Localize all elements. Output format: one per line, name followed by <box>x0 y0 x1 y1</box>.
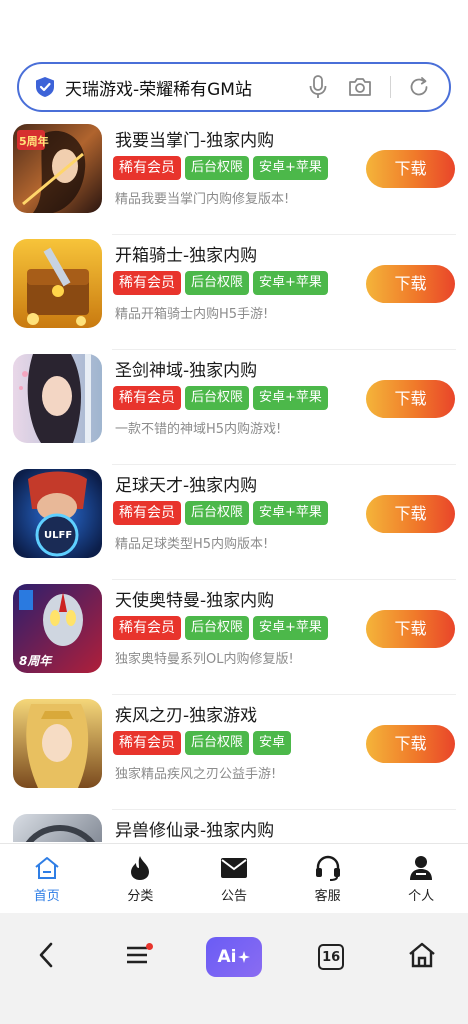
tabs-count: 16 <box>322 949 341 965</box>
tab-profile[interactable]: 个人 <box>374 844 468 913</box>
tag-vip: 稀有会员 <box>113 271 181 295</box>
app-description: 精品我要当掌门内购修复版本! <box>115 192 290 207</box>
download-button[interactable]: 下载 <box>366 495 455 533</box>
app-description: 独家精品疾风之刃公益手游! <box>115 767 277 782</box>
tab-label: 分类 <box>127 889 154 904</box>
tab-label: 个人 <box>408 889 435 904</box>
tag-vip: 稀有会员 <box>113 731 181 755</box>
download-button[interactable]: 下载 <box>366 150 455 188</box>
app-description: 精品开箱骑士内购H5手游! <box>115 307 269 322</box>
mail-icon <box>219 854 249 882</box>
app-list[interactable]: 5周年 我要当掌门-独家内购 稀有会员 后台权限 安卓+苹果 精品我要当掌门内购… <box>0 120 468 842</box>
app-icon-ultraman[interactable]: 8周年 <box>13 584 102 673</box>
tag-row: 稀有会员 后台权限 安卓+苹果 <box>113 271 328 295</box>
shield-icon <box>35 76 55 98</box>
tab-label: 首页 <box>33 889 60 904</box>
system-nav-bar: Ai 16 <box>0 913 468 1024</box>
app-icon-swordgirl[interactable] <box>13 354 102 443</box>
search-divider <box>390 76 391 98</box>
ai-label: Ai <box>217 947 237 967</box>
back-button[interactable] <box>24 935 68 979</box>
fire-icon <box>125 854 155 882</box>
app-title[interactable]: 我要当掌门-独家内购 <box>115 126 274 151</box>
download-button[interactable]: 下载 <box>366 610 455 648</box>
tab-notice[interactable]: 公告 <box>187 844 281 913</box>
tab-label: 公告 <box>220 889 247 904</box>
app-icon-treasure[interactable] <box>13 239 102 328</box>
app-title[interactable]: 异兽修仙录-独家内购 <box>115 816 274 841</box>
app-description: 精品足球类型H5内购版本! <box>115 537 269 552</box>
tag-row: 稀有会员 后台权限 安卓+苹果 <box>113 501 328 525</box>
tag-admin: 后台权限 <box>185 271 250 295</box>
tab-category[interactable]: 分类 <box>94 844 188 913</box>
download-button[interactable]: 下载 <box>366 265 455 303</box>
tag-vip: 稀有会员 <box>113 501 181 525</box>
app-icon-blade[interactable] <box>13 699 102 788</box>
home-icon <box>32 854 62 882</box>
app-title[interactable]: 疾风之刃-独家游戏 <box>115 701 257 726</box>
house-icon <box>408 942 436 972</box>
tabs-icon: 16 <box>318 944 345 970</box>
icon-badge-text: ULFF <box>44 530 73 541</box>
list-item[interactable]: 5周年 我要当掌门-独家内购 稀有会员 后台权限 安卓+苹果 精品我要当掌门内购… <box>0 120 468 235</box>
person-icon <box>406 854 436 882</box>
app-title[interactable]: 圣剑神域-独家内购 <box>115 356 257 381</box>
tag-admin: 后台权限 <box>185 386 250 410</box>
camera-icon[interactable] <box>348 75 372 99</box>
microphone-icon[interactable] <box>306 75 330 99</box>
tag-platform: 安卓+苹果 <box>253 271 328 295</box>
refresh-icon[interactable] <box>407 75 431 99</box>
list-item[interactable]: 疾风之刃-独家游戏 稀有会员 后台权限 安卓 独家精品疾风之刃公益手游! 下载 <box>0 695 468 810</box>
tab-service[interactable]: 客服 <box>281 844 375 913</box>
tag-platform: 安卓 <box>253 731 292 755</box>
list-item[interactable]: 8周年 天使奥特曼-独家内购 稀有会员 后台权限 安卓+苹果 独家奥特曼系列OL… <box>0 580 468 695</box>
notification-dot <box>145 943 153 950</box>
tabs-button[interactable]: 16 <box>309 935 353 979</box>
tag-platform: 安卓+苹果 <box>253 501 328 525</box>
tag-admin: 后台权限 <box>185 156 250 180</box>
app-title[interactable]: 足球天才-独家内购 <box>115 471 257 496</box>
search-bar[interactable]: 天瑞游戏-荣耀稀有GM站 <box>17 62 451 112</box>
tag-platform: 安卓+苹果 <box>253 156 328 180</box>
list-item[interactable]: ULFF 足球天才-独家内购 稀有会员 后台权限 安卓+苹果 精品足球类型H5内… <box>0 465 468 580</box>
tag-row: 稀有会员 后台权限 安卓+苹果 <box>113 616 328 640</box>
download-button[interactable]: 下载 <box>366 380 455 418</box>
icon-badge-text: 5周年 <box>19 135 49 148</box>
ai-assistant-button[interactable]: Ai <box>205 935 262 979</box>
tag-platform: 安卓+苹果 <box>253 386 328 410</box>
list-item[interactable]: 异兽修仙录-独家内购 <box>0 810 468 842</box>
app-icon-football[interactable]: ULFF <box>13 469 102 558</box>
ai-icon: Ai <box>205 937 262 977</box>
list-item[interactable]: 圣剑神域-独家内购 稀有会员 后台权限 安卓+苹果 一款不错的神域H5内购游戏!… <box>0 350 468 465</box>
tag-row: 稀有会员 后台权限 安卓 <box>113 731 292 755</box>
app-title[interactable]: 开箱骑士-独家内购 <box>115 241 257 266</box>
home-button[interactable] <box>400 935 444 979</box>
tag-vip: 稀有会员 <box>113 386 181 410</box>
list-item[interactable]: 开箱骑士-独家内购 稀有会员 后台权限 安卓+苹果 精品开箱骑士内购H5手游! … <box>0 235 468 350</box>
tag-admin: 后台权限 <box>185 616 250 640</box>
tab-home[interactable]: 首页 <box>0 844 94 913</box>
tag-row: 稀有会员 后台权限 安卓+苹果 <box>113 386 328 410</box>
tag-vip: 稀有会员 <box>113 616 181 640</box>
tag-admin: 后台权限 <box>185 731 250 755</box>
app-description: 一款不错的神域H5内购游戏! <box>115 422 282 437</box>
chevron-left-icon <box>38 942 54 972</box>
tab-label: 客服 <box>314 889 341 904</box>
tag-vip: 稀有会员 <box>113 156 181 180</box>
tag-platform: 安卓+苹果 <box>253 616 328 640</box>
search-text[interactable]: 天瑞游戏-荣耀稀有GM站 <box>65 75 306 100</box>
bottom-tab-bar: 首页 分类 公告 客服 个人 <box>0 843 468 913</box>
app-icon-beast[interactable] <box>13 814 102 842</box>
app-icon-wuxia[interactable]: 5周年 <box>13 124 102 213</box>
menu-button[interactable] <box>115 935 159 979</box>
app-description: 独家奥特曼系列OL内购修复版! <box>115 652 294 667</box>
menu-icon <box>126 945 148 969</box>
app-title[interactable]: 天使奥特曼-独家内购 <box>115 586 274 611</box>
download-button[interactable]: 下载 <box>366 725 455 763</box>
icon-badge-text: 8周年 <box>19 654 52 668</box>
tag-row: 稀有会员 后台权限 安卓+苹果 <box>113 156 328 180</box>
tag-admin: 后台权限 <box>185 501 250 525</box>
headset-icon <box>313 854 343 882</box>
